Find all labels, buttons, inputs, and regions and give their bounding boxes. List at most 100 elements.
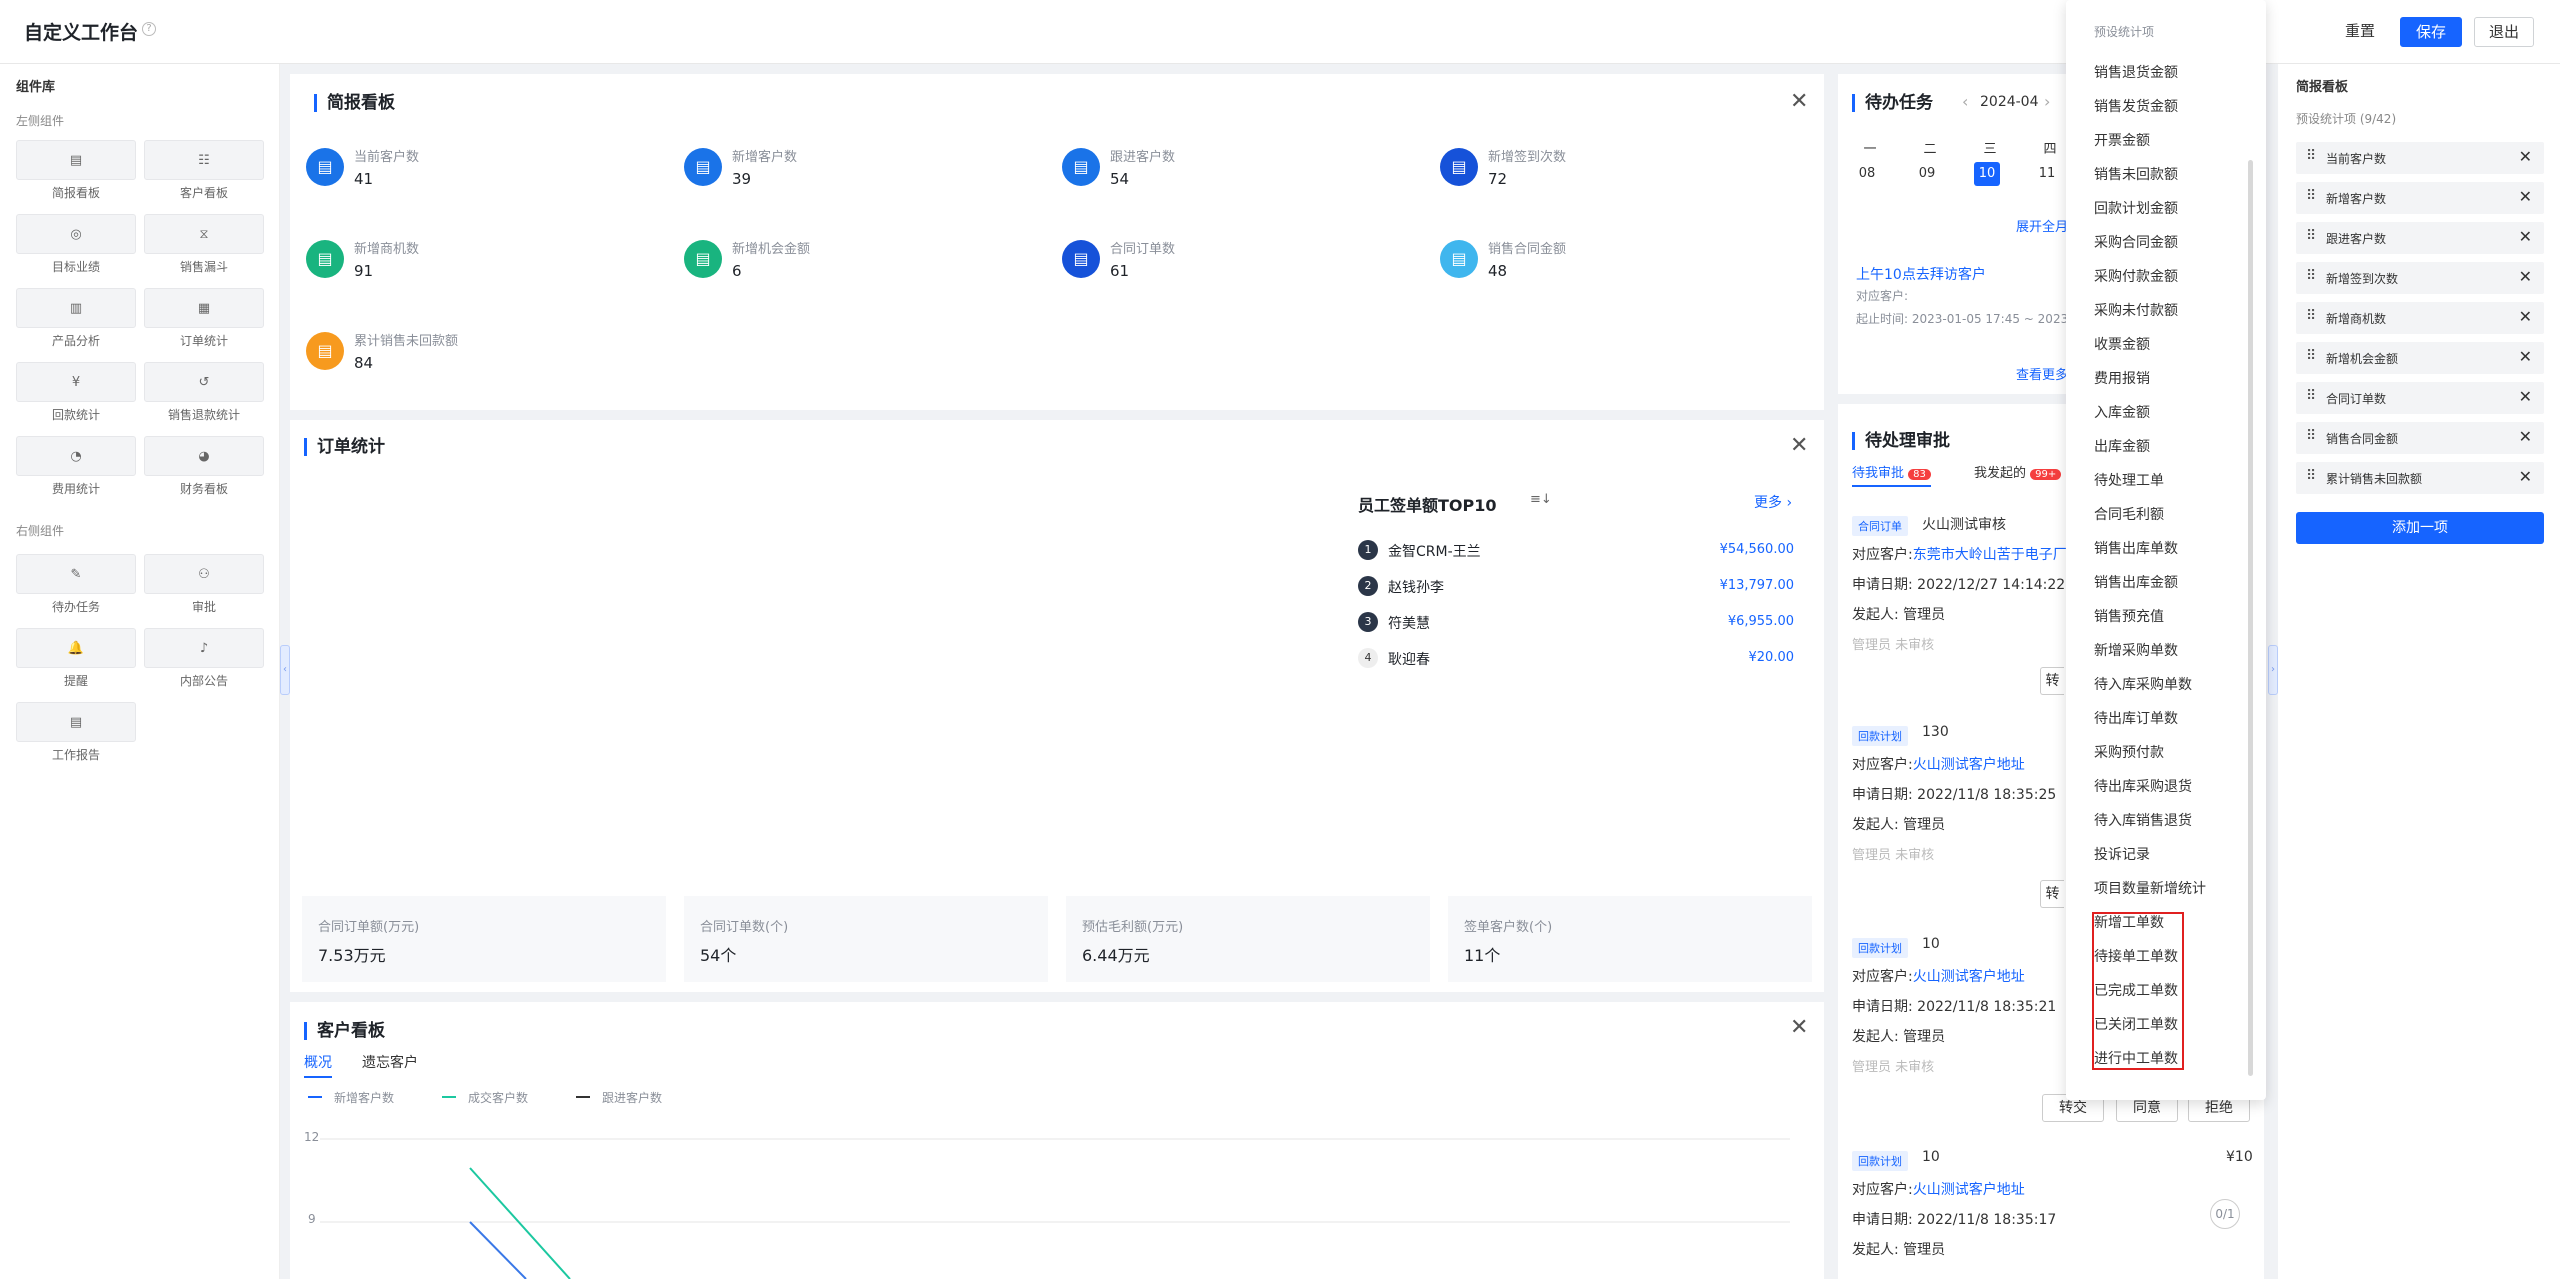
config-item[interactable]: ⠿ 销售合同金额 ✕ xyxy=(2296,422,2544,454)
config-item[interactable]: ⠿ 跟进客户数 ✕ xyxy=(2296,222,2544,254)
todo-item-title[interactable]: 上午10点去拜访客户 xyxy=(1856,264,1986,284)
more-link[interactable]: 更多 › xyxy=(1754,492,1792,512)
dropdown-item[interactable]: 出库金额 xyxy=(2094,436,2150,456)
remove-icon[interactable]: ✕ xyxy=(2519,347,2532,366)
tab-overview[interactable]: 概况 xyxy=(304,1052,332,1078)
config-item[interactable]: ⠿ 新增客户数 ✕ xyxy=(2296,182,2544,214)
customer-link[interactable]: 火山测试客户地址 xyxy=(1913,1182,2025,1198)
transfer-button[interactable]: 转 xyxy=(2040,880,2064,908)
remove-icon[interactable]: ✕ xyxy=(2519,187,2532,206)
config-item[interactable]: ⠿ 新增商机数 ✕ xyxy=(2296,302,2544,334)
dropdown-item[interactable]: 开票金额 xyxy=(2094,130,2150,150)
drag-handle-icon[interactable]: ⠿ xyxy=(2306,468,2316,484)
dropdown-item[interactable]: 采购合同金额 xyxy=(2094,232,2178,252)
expand-month-link[interactable]: 展开全月 xyxy=(2016,216,2068,235)
drag-handle-icon[interactable]: ⠿ xyxy=(2306,268,2316,284)
tab-forgotten[interactable]: 遗忘客户 xyxy=(362,1052,418,1072)
right-collapse-handle[interactable]: › xyxy=(2268,645,2278,695)
component-right-1[interactable]: ✎ xyxy=(16,554,136,594)
calendar-day[interactable]: 09 xyxy=(1914,162,1940,186)
drag-handle-icon[interactable]: ⠿ xyxy=(2306,188,2316,204)
component-5[interactable]: ▥ xyxy=(16,288,136,328)
tab-my-initiated-label[interactable]: 我发起的 xyxy=(1974,466,2026,481)
component-right-2[interactable]: ⚇ xyxy=(144,554,264,594)
config-item[interactable]: ⠿ 新增机会金额 ✕ xyxy=(2296,342,2544,374)
dropdown-item[interactable]: 合同毛利额 xyxy=(2094,504,2164,524)
drag-handle-icon[interactable]: ⠿ xyxy=(2306,388,2316,404)
dropdown-item[interactable]: 销售发货金额 xyxy=(2094,96,2178,116)
left-collapse-handle[interactable]: ‹ xyxy=(280,645,290,695)
save-button[interactable]: 保存 xyxy=(2400,17,2462,47)
help-icon[interactable]: ? xyxy=(142,22,156,36)
dropdown-item[interactable]: 采购预付款 xyxy=(2094,742,2164,762)
customer-link[interactable]: 火山测试客户地址 xyxy=(1913,969,2025,985)
dropdown-item[interactable]: 投诉记录 xyxy=(2094,844,2150,864)
add-item-button[interactable]: 添加一项 xyxy=(2296,512,2544,544)
close-icon[interactable]: ✕ xyxy=(1790,1017,1808,1039)
view-more-link[interactable]: 查看更多 xyxy=(2016,364,2068,383)
tab-my-initiated[interactable]: 我发起的 99+ xyxy=(1974,462,2062,481)
dropdown-item[interactable]: 待出库采购退货 xyxy=(2094,776,2192,796)
dropdown-item[interactable]: 待入库销售退货 xyxy=(2094,810,2192,830)
customer-link[interactable]: 东莞市大岭山苦于电子厂 xyxy=(1913,547,2067,563)
component-right-4[interactable]: ♪ xyxy=(144,628,264,668)
dropdown-item[interactable]: 回款计划金额 xyxy=(2094,198,2178,218)
calendar-day[interactable]: 10 xyxy=(1974,162,2000,186)
component-9[interactable]: ◔ xyxy=(16,436,136,476)
close-icon[interactable]: ✕ xyxy=(1790,435,1808,457)
drag-handle-icon[interactable]: ⠿ xyxy=(2306,228,2316,244)
component-8[interactable]: ↺ xyxy=(144,362,264,402)
component-1[interactable]: ▤ xyxy=(16,140,136,180)
component-10[interactable]: ◕ xyxy=(144,436,264,476)
component-right-5[interactable]: ▤ xyxy=(16,702,136,742)
component-2[interactable]: ☷ xyxy=(144,140,264,180)
drag-handle-icon[interactable]: ⠿ xyxy=(2306,348,2316,364)
dropdown-item[interactable]: 销售预充值 xyxy=(2094,606,2164,626)
tab-my-approval[interactable]: 待我审批 83 xyxy=(1852,462,1931,487)
reset-button[interactable]: 重置 xyxy=(2330,17,2390,47)
transfer-button[interactable]: 转 xyxy=(2040,667,2064,695)
sort-icon[interactable]: ≡↓ xyxy=(1530,492,1552,507)
more-label[interactable]: 更多 xyxy=(1754,495,1782,511)
config-item[interactable]: ⠿ 当前客户数 ✕ xyxy=(2296,142,2544,174)
dropdown-scrollbar[interactable] xyxy=(2248,160,2253,1076)
dropdown-item[interactable]: 收票金额 xyxy=(2094,334,2150,354)
dropdown-item[interactable]: 待出库订单数 xyxy=(2094,708,2178,728)
dropdown-item[interactable]: 入库金额 xyxy=(2094,402,2150,422)
remove-icon[interactable]: ✕ xyxy=(2519,467,2532,486)
dropdown-item[interactable]: 销售未回款额 xyxy=(2094,164,2178,184)
dropdown-item[interactable]: 销售出库单数 xyxy=(2094,538,2178,558)
dropdown-item[interactable]: 待处理工单 xyxy=(2094,470,2164,490)
component-7[interactable]: ¥ xyxy=(16,362,136,402)
prev-month-icon[interactable]: ‹ xyxy=(1962,92,1968,111)
dropdown-item[interactable]: 采购未付款额 xyxy=(2094,300,2178,320)
calendar-day[interactable]: 08 xyxy=(1854,162,1880,186)
customer-link[interactable]: 火山测试客户地址 xyxy=(1913,757,2025,773)
component-right-3[interactable]: 🔔 xyxy=(16,628,136,668)
calendar-day[interactable]: 11 xyxy=(2034,162,2060,186)
config-item[interactable]: ⠿ 累计销售未回款额 ✕ xyxy=(2296,462,2544,494)
remove-icon[interactable]: ✕ xyxy=(2519,307,2532,326)
remove-icon[interactable]: ✕ xyxy=(2519,227,2532,246)
remove-icon[interactable]: ✕ xyxy=(2519,267,2532,286)
drag-handle-icon[interactable]: ⠿ xyxy=(2306,428,2316,444)
dropdown-item[interactable]: 销售退货金额 xyxy=(2094,62,2178,82)
drag-handle-icon[interactable]: ⠿ xyxy=(2306,148,2316,164)
dropdown-item[interactable]: 项目数量新增统计 xyxy=(2094,878,2206,898)
next-month-icon[interactable]: › xyxy=(2044,92,2050,111)
dropdown-item[interactable]: 新增采购单数 xyxy=(2094,640,2178,660)
component-4[interactable]: ⧖ xyxy=(144,214,264,254)
config-item[interactable]: ⠿ 合同订单数 ✕ xyxy=(2296,382,2544,414)
dropdown-item[interactable]: 销售出库金额 xyxy=(2094,572,2178,592)
close-icon[interactable]: ✕ xyxy=(1790,91,1808,113)
tab-my-approval-label[interactable]: 待我审批 xyxy=(1852,466,1904,481)
drag-handle-icon[interactable]: ⠿ xyxy=(2306,308,2316,324)
dropdown-item[interactable]: 待入库采购单数 xyxy=(2094,674,2192,694)
config-item[interactable]: ⠿ 新增签到次数 ✕ xyxy=(2296,262,2544,294)
dropdown-item[interactable]: 采购付款金额 xyxy=(2094,266,2178,286)
exit-button[interactable]: 退出 xyxy=(2474,17,2534,47)
remove-icon[interactable]: ✕ xyxy=(2519,147,2532,166)
component-6[interactable]: ▦ xyxy=(144,288,264,328)
dropdown-item[interactable]: 费用报销 xyxy=(2094,368,2150,388)
remove-icon[interactable]: ✕ xyxy=(2519,427,2532,446)
